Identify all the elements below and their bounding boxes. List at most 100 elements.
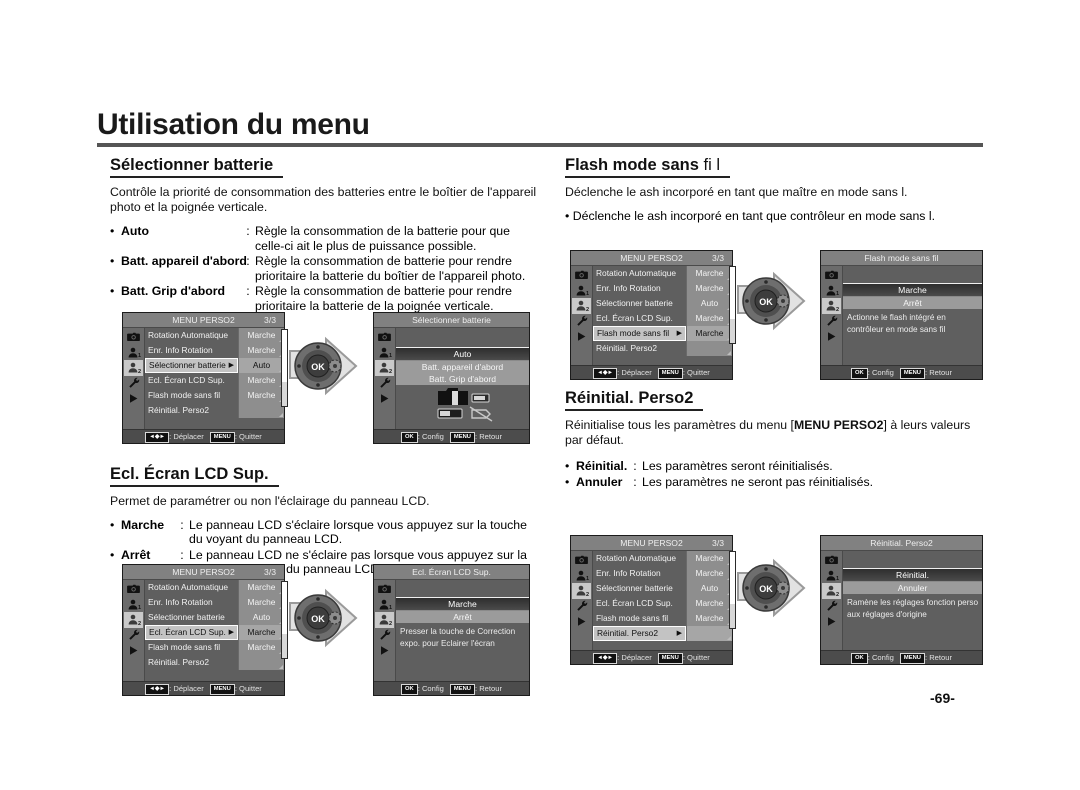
menu-row[interactable]: Enr. Info Rotation Marche: [593, 566, 732, 581]
menu-row[interactable]: Enr. Info Rotation Marche: [145, 595, 284, 610]
ok-key-hint: OK: Config: [401, 430, 444, 443]
camera-icon[interactable]: [124, 329, 143, 345]
play-icon[interactable]: [124, 643, 143, 659]
camera-icon[interactable]: [124, 581, 143, 597]
camera-icon[interactable]: [375, 581, 394, 597]
menu-scrollbar[interactable]: [281, 329, 288, 407]
wrench-icon[interactable]: [822, 599, 841, 615]
play-icon[interactable]: [375, 391, 394, 407]
person-1-icon[interactable]: 1: [375, 597, 394, 613]
menu-key-icon: MENU: [657, 367, 683, 379]
menu-row[interactable]: Réinitial. Perso2: [145, 655, 284, 670]
person-1-icon[interactable]: 1: [572, 568, 591, 584]
menu-row[interactable]: Sélectionner batterie Auto: [593, 296, 732, 311]
detail-option[interactable]: Batt. appareil d'abord: [396, 361, 529, 373]
menu-scrollbar[interactable]: [281, 581, 288, 659]
person-1-icon[interactable]: 1: [375, 345, 394, 361]
person-2-icon[interactable]: 2: [375, 360, 394, 376]
menu-key-hint: MENU: Retour: [899, 366, 952, 379]
section-description-lcd-panel-light: Permet de paramétrer ou non l'éclairage …: [110, 493, 430, 508]
play-icon[interactable]: [572, 614, 591, 630]
person-1-icon[interactable]: 1: [124, 597, 143, 613]
menu-row[interactable]: Enr. Info Rotation Marche: [593, 281, 732, 296]
menu-screen-wireless-flash[interactable]: MENU PERSO2 3/3 1 2 Rotation Automatique…: [570, 250, 733, 380]
camera-icon[interactable]: [572, 267, 591, 283]
description-emphasis: MENU PERSO2: [793, 418, 884, 432]
detail-option-selected[interactable]: Marche: [843, 283, 982, 297]
camera-icon[interactable]: [572, 552, 591, 568]
person-2-icon[interactable]: 2: [572, 583, 591, 599]
play-icon[interactable]: [822, 329, 841, 345]
person-1-icon[interactable]: 1: [124, 345, 143, 361]
detail-screen-wireless-flash[interactable]: Flash mode sans fil 1 2 Marche Arrêt Act…: [820, 250, 983, 380]
menu-screen-reset-perso2[interactable]: MENU PERSO2 3/3 1 2 Rotation Automatique…: [570, 535, 733, 665]
detail-screen-lcd-panel-light[interactable]: Ecl. Écran LCD Sup. 1 2 Marche Arrêt Pre…: [373, 564, 530, 696]
menu-row[interactable]: Ecl. Écran LCD Sup. Marche: [145, 373, 284, 388]
scrollbar-thumb[interactable]: [282, 330, 287, 382]
person-1-icon[interactable]: 1: [822, 568, 841, 584]
wrench-icon[interactable]: [822, 314, 841, 330]
menu-row[interactable]: Rotation Automatique Marche: [593, 551, 732, 566]
wrench-icon[interactable]: [572, 314, 591, 330]
scrollbar-thumb[interactable]: [730, 552, 735, 604]
definition-list-select-battery: • Auto : Règle la consommation de la bat…: [110, 224, 540, 314]
person-1-icon[interactable]: 1: [822, 283, 841, 299]
menu-row[interactable]: Rotation Automatique Marche: [145, 328, 284, 343]
menu-row[interactable]: Rotation Automatique Marche: [593, 266, 732, 281]
menu-screen-lcd-panel-light[interactable]: MENU PERSO2 3/3 1 2 Rotation Automatique…: [122, 564, 285, 696]
menu-row[interactable]: Ecl. Écran LCD Sup. Marche: [593, 311, 732, 326]
menu-scrollbar[interactable]: [729, 551, 736, 629]
menu-row-selected[interactable]: Sélectionner batterie ▶ Auto: [145, 358, 284, 373]
play-icon[interactable]: [822, 614, 841, 630]
detail-screen-select-battery[interactable]: Sélectionner batterie 1 2 Auto Batt. app…: [373, 312, 530, 444]
detail-spacer: [843, 551, 982, 568]
menu-row-selected[interactable]: Réinitial. Perso2 ▶: [593, 626, 732, 641]
detail-option[interactable]: Arrêt: [396, 611, 529, 623]
camera-icon[interactable]: [375, 329, 394, 345]
detail-option-selected[interactable]: Marche: [396, 597, 529, 611]
menu-row-selected[interactable]: Flash mode sans fil ▶ Marche: [593, 326, 732, 341]
person-2-icon[interactable]: 2: [822, 298, 841, 314]
menu-row[interactable]: Rotation Automatique Marche: [145, 580, 284, 595]
menu-row[interactable]: Ecl. Écran LCD Sup. Marche: [593, 596, 732, 611]
wrench-icon[interactable]: [124, 376, 143, 392]
wrench-icon[interactable]: [375, 376, 394, 392]
wrench-icon[interactable]: [124, 628, 143, 644]
person-2-icon[interactable]: 2: [572, 298, 591, 314]
ok-key-label: : Config: [417, 684, 444, 693]
menu-row[interactable]: Flash mode sans fil Marche: [145, 388, 284, 403]
person-2-icon[interactable]: 2: [822, 583, 841, 599]
detail-option[interactable]: Arrêt: [843, 297, 982, 309]
person-2-icon[interactable]: 2: [124, 612, 143, 628]
menu-row[interactable]: Réinitial. Perso2: [145, 403, 284, 418]
detail-option[interactable]: Batt. Grip d'abord: [396, 373, 529, 385]
detail-option-selected[interactable]: Auto: [396, 347, 529, 361]
wrench-icon[interactable]: [572, 599, 591, 615]
menu-row[interactable]: Sélectionner batterie Auto: [593, 581, 732, 596]
dpad-key-hint: ◄◆►: Déplacer: [145, 682, 204, 695]
menu-scrollbar[interactable]: [729, 266, 736, 344]
detail-option[interactable]: Annuler: [843, 582, 982, 594]
menu-row-selected[interactable]: Ecl. Écran LCD Sup. ▶ Marche: [145, 625, 284, 640]
menu-row-value: Marche: [686, 311, 732, 326]
play-icon[interactable]: [572, 329, 591, 345]
play-icon[interactable]: [124, 391, 143, 407]
play-icon[interactable]: [375, 643, 394, 659]
menu-row-value: Marche: [238, 625, 284, 640]
scrollbar-thumb[interactable]: [282, 582, 287, 634]
detail-screen-reset-perso2[interactable]: Réinitial. Perso2 1 2 Réinitial. Annuler…: [820, 535, 983, 665]
menu-row[interactable]: Réinitial. Perso2: [593, 341, 732, 356]
menu-row[interactable]: Enr. Info Rotation Marche: [145, 343, 284, 358]
menu-row[interactable]: Flash mode sans fil Marche: [145, 640, 284, 655]
wrench-icon[interactable]: [375, 628, 394, 644]
menu-row[interactable]: Sélectionner batterie Auto: [145, 610, 284, 625]
person-1-icon[interactable]: 1: [572, 283, 591, 299]
person-2-icon[interactable]: 2: [124, 360, 143, 376]
camera-icon[interactable]: [822, 267, 841, 283]
menu-row[interactable]: Flash mode sans fil Marche: [593, 611, 732, 626]
camera-icon[interactable]: [822, 552, 841, 568]
scrollbar-thumb[interactable]: [730, 267, 735, 319]
person-2-icon[interactable]: 2: [375, 612, 394, 628]
detail-option-selected[interactable]: Réinitial.: [843, 568, 982, 582]
menu-screen-select-battery[interactable]: MENU PERSO2 3/3 1 2 Rotation Automatique…: [122, 312, 285, 444]
